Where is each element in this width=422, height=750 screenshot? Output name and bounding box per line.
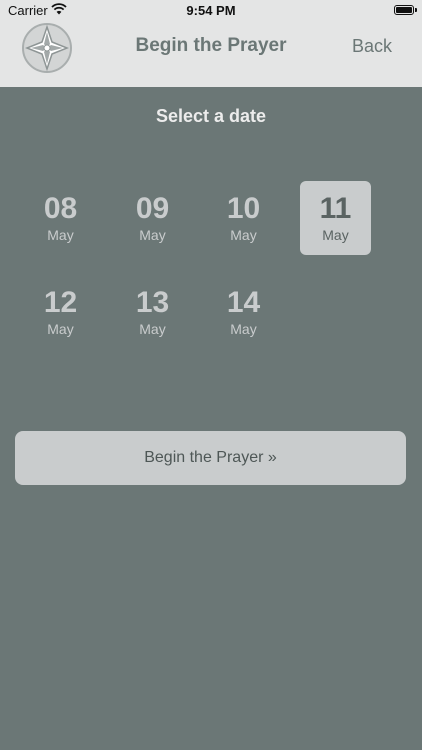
date-month: May <box>322 227 349 243</box>
date-option[interactable]: 12 May <box>25 275 96 349</box>
date-day: 10 <box>226 192 261 225</box>
date-option[interactable]: 14 May <box>208 275 279 349</box>
date-day: 11 <box>319 192 352 225</box>
date-option[interactable]: 09 May <box>117 181 188 255</box>
date-month: May <box>47 227 74 243</box>
back-button[interactable]: Back <box>352 36 392 57</box>
date-day: 13 <box>135 286 170 319</box>
date-option[interactable]: 08 May <box>25 181 96 255</box>
date-option[interactable]: 11 May <box>300 181 371 255</box>
status-time: 9:54 PM <box>186 3 236 18</box>
date-option[interactable]: 10 May <box>208 181 279 255</box>
date-option[interactable]: 13 May <box>117 275 188 349</box>
date-month: May <box>230 321 257 337</box>
date-month: May <box>139 321 166 337</box>
status-bar: Carrier 9:54 PM <box>0 0 422 22</box>
date-month: May <box>139 227 166 243</box>
navigation-bar: Begin the Prayer Back <box>0 22 422 87</box>
select-date-heading: Select a date <box>155 106 267 126</box>
date-month: May <box>230 227 257 243</box>
date-day: 08 <box>43 192 78 225</box>
date-day: 14 <box>226 286 261 319</box>
date-day: 12 <box>43 286 78 319</box>
battery-icon <box>394 5 417 15</box>
date-month: May <box>47 321 74 337</box>
begin-prayer-button[interactable]: Begin the Prayer » <box>15 431 406 485</box>
date-day: 09 <box>135 192 170 225</box>
